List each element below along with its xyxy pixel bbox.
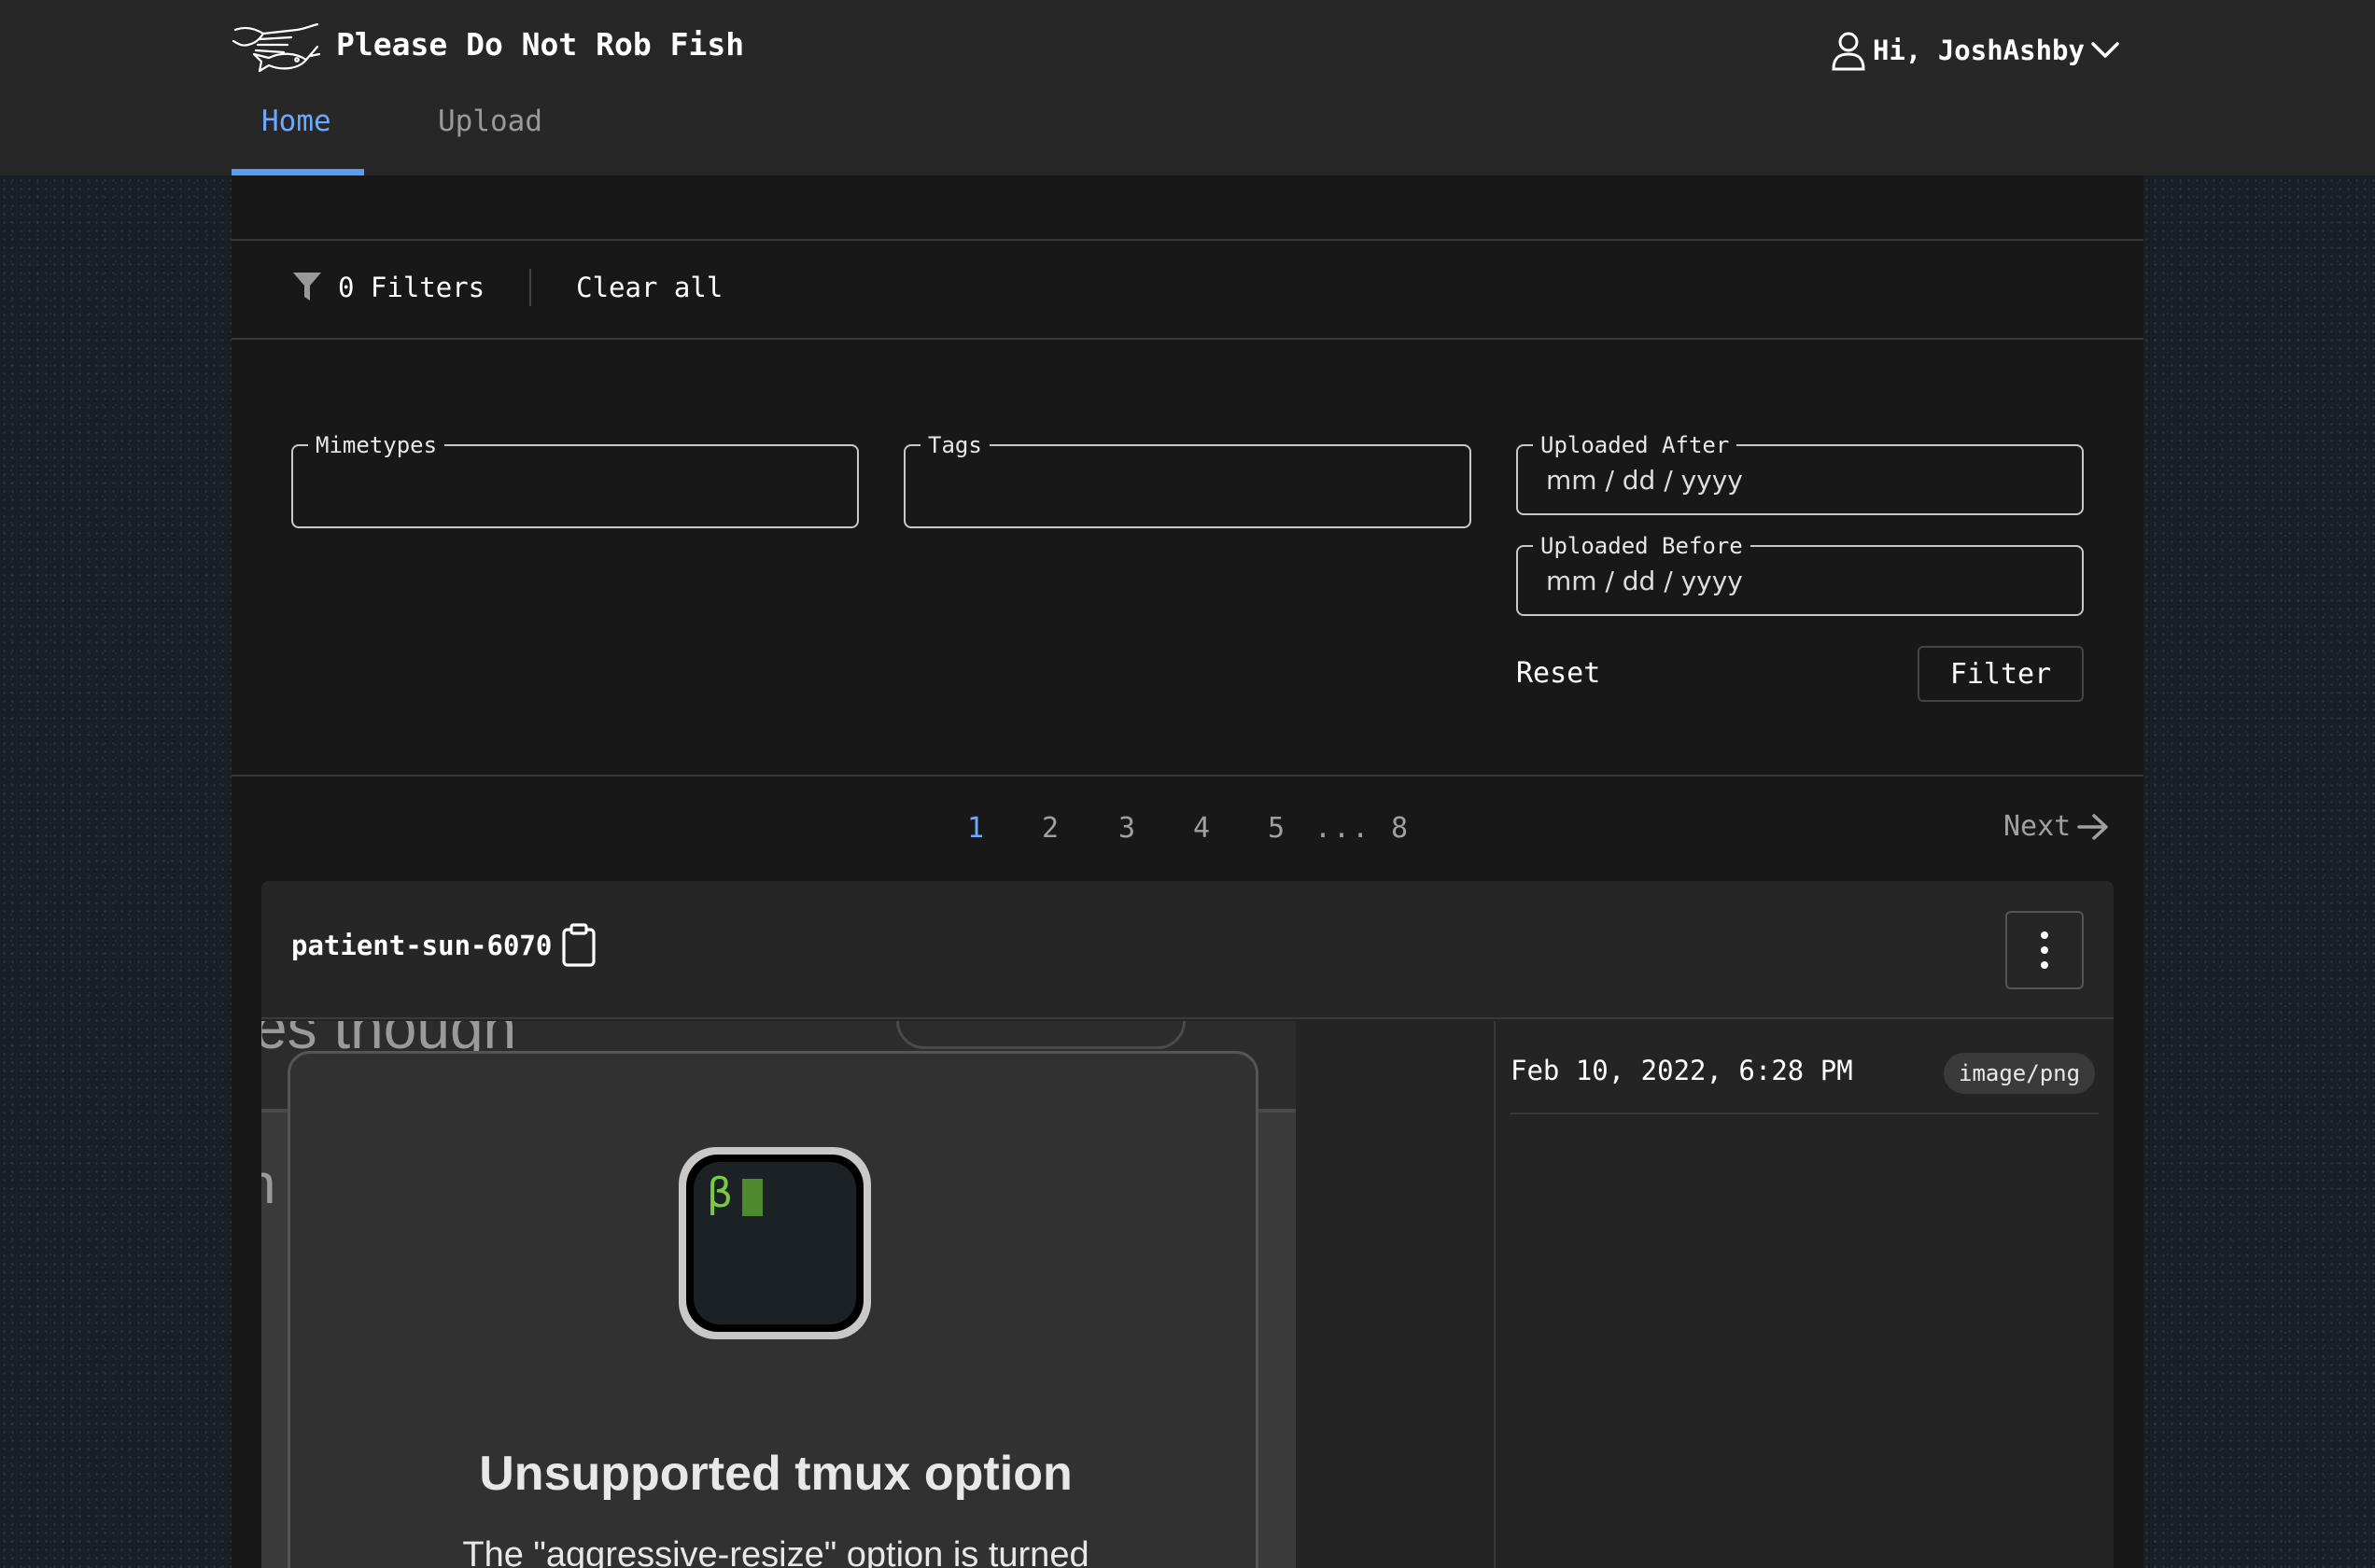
- page-link-3[interactable]: 3: [1118, 812, 1135, 845]
- kebab-menu-icon: [2041, 931, 2048, 969]
- card-column-divider: [1494, 1021, 1496, 1568]
- preview-side-text: n: [261, 1152, 275, 1216]
- divider: [232, 338, 2143, 340]
- user-greeting: Hi, JoshAshby: [1873, 35, 2085, 66]
- terminal-beta-glyph: β: [707, 1169, 734, 1217]
- mimetypes-field[interactable]: Mimetypes: [291, 433, 859, 528]
- uploaded-after-input[interactable]: mm / dd / yyyy: [1546, 465, 1743, 496]
- funnel-icon: [293, 273, 321, 301]
- metadata-divider: [1511, 1113, 2099, 1114]
- tab-upload[interactable]: Upload: [438, 105, 542, 138]
- divider: [232, 239, 2143, 241]
- mimetype-badge[interactable]: image/png: [1944, 1053, 2096, 1094]
- dialog-title: Unsupported tmux option: [479, 1447, 1073, 1501]
- active-tab-indicator: [232, 169, 364, 175]
- mimetypes-label: Mimetypes: [308, 433, 445, 457]
- terminal-app-icon-screen: β: [694, 1162, 856, 1324]
- user-menu[interactable]: Hi, JoshAshby: [1830, 30, 2120, 71]
- terminal-cursor: [742, 1179, 763, 1216]
- clear-all-button[interactable]: Clear all: [576, 272, 723, 303]
- page-ellipsis: ...: [1314, 812, 1371, 845]
- upload-card: patient-sun-6070 es though n β: [261, 881, 2114, 1568]
- clipboard-icon[interactable]: [560, 922, 597, 969]
- upload-card-header: patient-sun-6070: [261, 881, 2114, 1019]
- upload-name[interactable]: patient-sun-6070: [291, 930, 552, 961]
- upload-date: Feb 10, 2022, 6:28 PM: [1511, 1055, 1853, 1086]
- uploaded-before-input[interactable]: mm / dd / yyyy: [1546, 566, 1743, 596]
- page-link-4[interactable]: 4: [1193, 812, 1210, 845]
- page-link-2[interactable]: 2: [1042, 812, 1059, 845]
- page-link-5[interactable]: 5: [1268, 812, 1285, 845]
- chevron-down-icon: [2091, 42, 2119, 58]
- page-link-1[interactable]: 1: [967, 812, 984, 845]
- tags-field[interactable]: Tags: [904, 433, 1471, 528]
- top-header: Please Do Not Rob Fish Hi, JoshAshby Hom…: [0, 0, 2375, 175]
- upload-preview-image[interactable]: es though n β Unsupported tmux option Th…: [261, 1021, 1296, 1568]
- terminal-app-icon: β: [679, 1147, 871, 1339]
- reset-button[interactable]: Reset: [1516, 657, 1600, 690]
- next-page-button[interactable]: Next: [2003, 810, 2110, 843]
- uploaded-after-field[interactable]: Uploaded After mm / dd / yyyy: [1516, 433, 2084, 515]
- upload-menu-button[interactable]: [2005, 911, 2084, 989]
- uploaded-before-field[interactable]: Uploaded Before mm / dd / yyyy: [1516, 534, 2084, 616]
- hand-fish-logo-icon[interactable]: [232, 21, 321, 80]
- preview-dialog: β Unsupported tmux option The "aggressiv…: [288, 1051, 1258, 1568]
- arrow-right-icon: [2077, 813, 2108, 840]
- tags-label: Tags: [920, 433, 990, 457]
- preview-background-pill: [896, 1021, 1186, 1049]
- app-title[interactable]: Please Do Not Rob Fish: [336, 26, 744, 63]
- terminal-app-icon-frame: β: [686, 1155, 864, 1332]
- filter-button[interactable]: Filter: [1918, 646, 2084, 702]
- uploaded-after-label: Uploaded After: [1533, 433, 1737, 457]
- tab-home[interactable]: Home: [261, 105, 331, 138]
- filter-bar-divider: [529, 269, 532, 306]
- filter-count[interactable]: 0 Filters: [338, 272, 485, 303]
- dialog-body: The "aggressive-resize" option is turned: [462, 1535, 1089, 1568]
- next-label: Next: [2003, 810, 2072, 843]
- uploaded-before-label: Uploaded Before: [1533, 534, 1750, 558]
- user-icon: [1832, 32, 1865, 71]
- page-link-8[interactable]: 8: [1391, 812, 1408, 845]
- filter-summary-bar: 0 Filters Clear all: [291, 269, 723, 306]
- divider: [232, 775, 2143, 777]
